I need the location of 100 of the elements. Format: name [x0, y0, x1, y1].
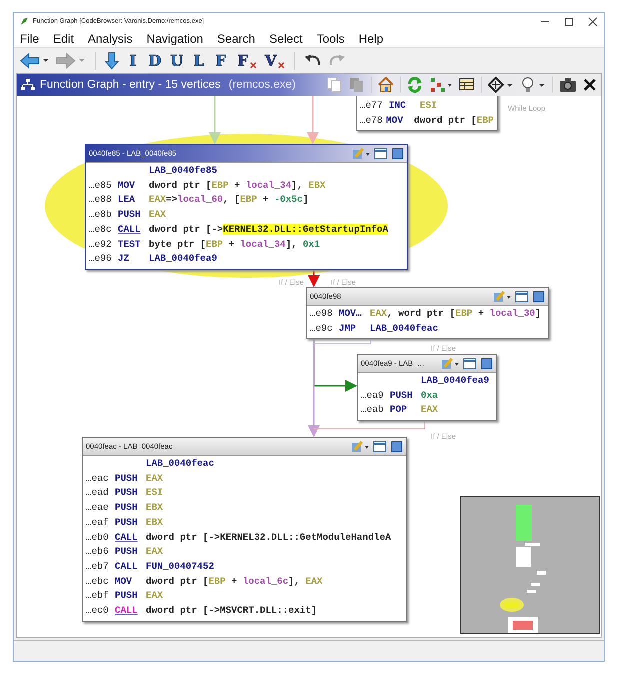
mnemonic: INC — [389, 99, 408, 113]
maximize-icon[interactable] — [392, 148, 404, 160]
toolbar-letter-button[interactable]: L — [191, 52, 207, 70]
lightbulb-icon[interactable] — [520, 77, 546, 93]
toolbar-letter-button[interactable]: V — [263, 52, 285, 70]
camera-icon[interactable] — [559, 77, 577, 93]
address: …ec0 — [86, 604, 110, 618]
maximize-icon[interactable] — [564, 16, 574, 26]
menu-item[interactable]: Tools — [316, 32, 345, 46]
mnemonic: PUSH — [115, 516, 139, 530]
menu-item[interactable]: Help — [358, 32, 384, 46]
address: …e8b — [89, 208, 113, 222]
menu-item[interactable]: Analysis — [88, 32, 133, 46]
undo-button[interactable] — [304, 54, 322, 68]
address: …e78 — [360, 114, 384, 128]
mnemonic: PUSH — [115, 472, 139, 486]
close-icon[interactable] — [583, 78, 597, 92]
menu-item[interactable]: Select — [269, 32, 303, 46]
menu-item[interactable]: Search — [217, 32, 256, 46]
mnemonic: MOV — [386, 114, 404, 128]
back-button[interactable] — [20, 52, 50, 68]
block-thumbnail — [513, 620, 533, 630]
operands: ESI — [146, 486, 164, 500]
operands: EAX, word ptr [EBP + local_30] — [370, 307, 542, 321]
mnemonic: TEST — [118, 238, 142, 252]
operands: dword ptr [EBP — [414, 114, 494, 128]
menu-item[interactable]: File — [20, 32, 40, 46]
program-name: (remcos.exe) — [228, 79, 296, 91]
close-icon[interactable] — [588, 16, 598, 26]
refresh-icon[interactable] — [407, 77, 423, 93]
operands: EAX — [149, 208, 166, 222]
address: …eae — [86, 501, 110, 516]
operands: LAB_0040fea9 — [149, 252, 218, 266]
navigation-arrows-icon[interactable] — [488, 77, 514, 93]
address: …e8c — [89, 222, 113, 237]
toolbar-letter-button[interactable]: F — [235, 52, 257, 70]
address: …e9c — [310, 322, 334, 336]
layout-grid-icon[interactable] — [459, 78, 475, 92]
pencil-icon[interactable] — [352, 148, 370, 160]
address: …eb0 — [86, 530, 110, 545]
mnemonic: PUSH — [118, 208, 142, 222]
mnemonic: POP — [390, 403, 408, 418]
operands: FUN_00407452 — [146, 560, 214, 574]
address: …ea9 — [361, 388, 385, 403]
address: …eaf — [86, 516, 110, 530]
mnemonic: MOV — [118, 178, 136, 193]
code-label: LAB_0040feac — [145, 457, 216, 471]
mnemonic: JMP — [339, 322, 358, 336]
address: …e85 — [89, 178, 113, 193]
pencil-icon[interactable] — [351, 440, 369, 452]
mnemonic: PUSH — [115, 501, 139, 516]
down-arrow-button[interactable] — [105, 52, 119, 70]
menu-item[interactable]: Edit — [53, 32, 74, 46]
code-label: LAB_0040fe85 — [148, 164, 218, 178]
window-icon[interactable] — [515, 290, 529, 302]
window-icon[interactable] — [374, 148, 388, 160]
toolbar-letter-button[interactable]: I — [125, 52, 141, 70]
operands: EAX — [146, 589, 164, 604]
home-icon[interactable] — [378, 77, 394, 93]
mnemonic: CALL — [115, 560, 139, 574]
mnemonic: CALL — [115, 530, 139, 545]
operands: 0xa — [421, 388, 438, 403]
cross-icon — [250, 62, 257, 68]
mnemonic: MOV — [115, 574, 134, 589]
maximize-icon[interactable] — [533, 290, 545, 302]
address: …e92 — [89, 238, 113, 252]
mnemonic: LEA — [118, 193, 136, 208]
mnemonic: CALL — [115, 604, 139, 618]
mnemonic: MOV… — [339, 307, 363, 321]
tree-icon — [21, 79, 35, 91]
cross-icon — [278, 62, 285, 68]
toolbar-letter-button[interactable]: D — [147, 52, 163, 70]
window-icon[interactable] — [463, 358, 477, 370]
satellite-overview[interactable] — [460, 496, 600, 634]
edge-arrow — [209, 96, 221, 144]
address: …eab — [361, 403, 385, 418]
operands: LAB_0040feac — [370, 322, 438, 336]
operands: ESI — [420, 99, 438, 113]
edge-arrow — [307, 96, 319, 144]
mnemonic: PUSH — [115, 545, 139, 560]
operands: dword ptr [->KERNEL32.DLL::GetModuleHandleA — [146, 530, 392, 545]
toolbar-letter-button[interactable]: U — [169, 52, 185, 70]
operands: EAX — [146, 472, 164, 486]
window-icon[interactable] — [373, 440, 387, 452]
maximize-icon[interactable] — [481, 358, 493, 370]
pencil-icon[interactable] — [441, 358, 459, 370]
address: …e96 — [89, 252, 113, 266]
mnemonic: PUSH — [115, 589, 139, 604]
address: …e88 — [89, 193, 113, 208]
maximize-icon[interactable] — [391, 440, 403, 452]
menu-item[interactable]: Navigation — [146, 32, 204, 46]
toolbar-letter-button[interactable]: F — [213, 52, 229, 70]
graph-nodes-icon[interactable] — [429, 77, 453, 93]
code-label: LAB_0040fea9 — [420, 374, 490, 388]
operands: dword ptr [EBP + local_34], EBX — [149, 178, 326, 193]
operands: byte ptr [EBP + local_34], 0x1 — [149, 238, 320, 252]
mnemonic: JZ — [118, 252, 130, 266]
pencil-icon[interactable] — [493, 290, 511, 302]
address: …eac — [86, 472, 110, 486]
address: …ebf — [86, 589, 110, 604]
